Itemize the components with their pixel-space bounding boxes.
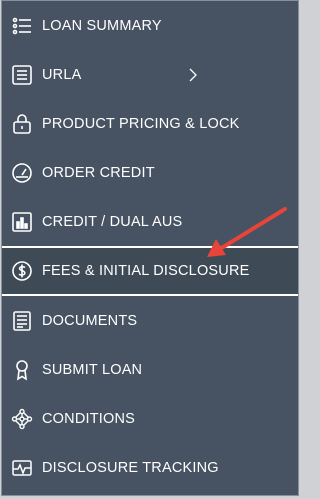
nav-item-order-credit[interactable]: ORDER CREDIT	[2, 148, 298, 197]
nav-item-loan-summary[interactable]: LOAN SUMMARY	[2, 1, 298, 50]
nav-item-label: CONDITIONS	[42, 410, 136, 427]
dollar-circle-icon	[11, 260, 33, 282]
lock-icon	[11, 113, 33, 135]
nav-item-submit-loan[interactable]: SUBMIT LOAN	[2, 345, 298, 394]
network-icon	[11, 408, 33, 430]
nav-item-label: ORDER CREDIT	[42, 164, 155, 181]
nav-item-label: SUBMIT LOAN	[42, 361, 143, 378]
nav-item-label: DISCLOSURE TRACKING	[42, 459, 219, 476]
chevron-right-icon[interactable]	[188, 68, 198, 82]
form-icon	[11, 64, 33, 86]
nav-item-label: CREDIT / DUAL AUS	[42, 213, 183, 230]
nav-item-urla[interactable]: URLA	[2, 50, 298, 99]
nav-item-conditions[interactable]: CONDITIONS	[2, 394, 298, 443]
side-navigation-panel: LOAN SUMMARY URLA PRODUCT PRICING & LOCK…	[1, 0, 299, 496]
list-icon	[11, 15, 33, 37]
nav-item-label: LOAN SUMMARY	[42, 17, 162, 34]
nav-item-disclosure-tracking[interactable]: DISCLOSURE TRACKING	[2, 443, 298, 492]
ribbon-award-icon	[11, 359, 33, 381]
nav-item-label: PRODUCT PRICING & LOCK	[42, 115, 240, 132]
pulse-monitor-icon	[11, 457, 33, 479]
nav-item-label: FEES & INITIAL DISCLOSURE	[42, 263, 250, 279]
bar-chart-icon	[11, 211, 33, 233]
document-icon	[11, 310, 33, 332]
nav-item-fees-initial-disclosure[interactable]: FEES & INITIAL DISCLOSURE	[2, 246, 298, 296]
gauge-icon	[11, 162, 33, 184]
nav-item-product-pricing-lock[interactable]: PRODUCT PRICING & LOCK	[2, 99, 298, 148]
nav-item-documents[interactable]: DOCUMENTS	[2, 296, 298, 345]
nav-item-credit-dual-aus[interactable]: CREDIT / DUAL AUS	[2, 197, 298, 246]
nav-item-label: DOCUMENTS	[42, 312, 138, 329]
nav-item-label: URLA	[42, 66, 82, 83]
